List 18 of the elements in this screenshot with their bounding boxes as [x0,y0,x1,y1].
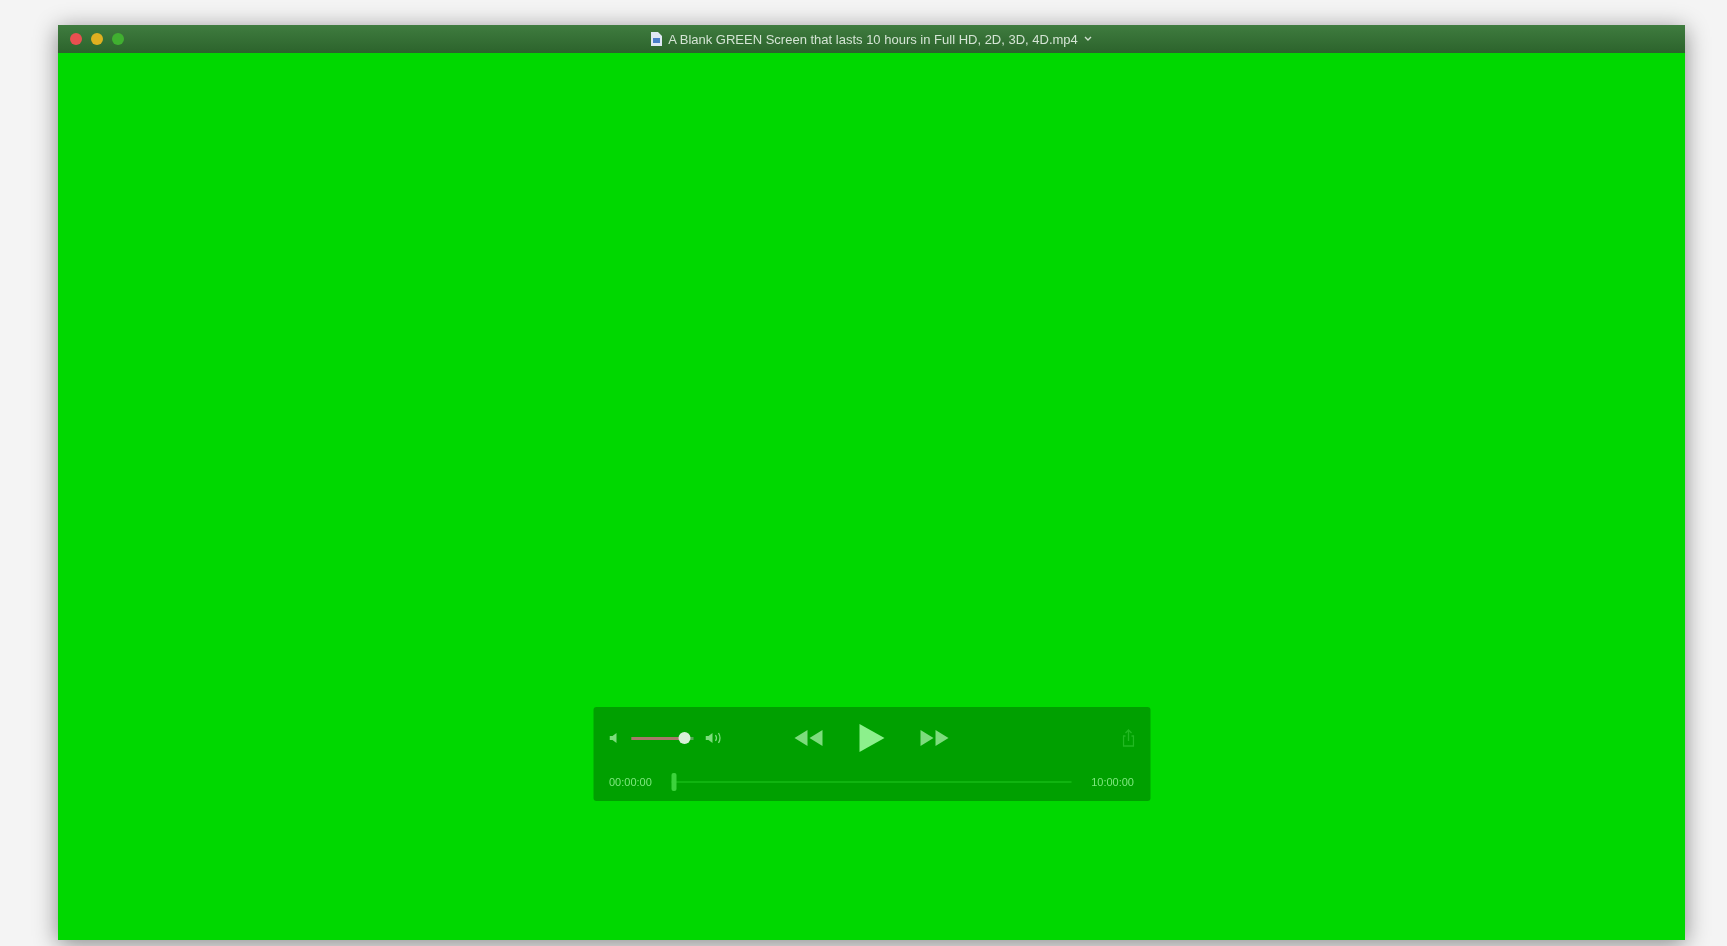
playhead[interactable] [671,773,677,791]
share-icon[interactable] [1122,729,1134,747]
window-title: A Blank GREEN Screen that lasts 10 hours in Full HD, 2D, 3D, 4D.mp4 [668,31,1078,47]
volume-thumb[interactable] [678,732,691,744]
elapsed-time: 00:00:00 [609,776,652,788]
minimize-button[interactable] [91,33,103,45]
duration-time: 10:00:00 [1091,776,1134,788]
close-button[interactable] [70,33,82,45]
rewind-icon[interactable] [793,729,824,747]
volume-slider[interactable] [631,732,693,744]
play-icon[interactable] [857,722,886,754]
speaker-loud-icon[interactable] [705,732,723,744]
chevron-icon[interactable] [1083,36,1092,42]
zoom-button[interactable] [112,33,124,45]
document-icon [651,32,663,46]
fast-forward-icon[interactable] [919,729,950,747]
progress-bar[interactable] [671,773,1072,791]
speaker-icon[interactable] [609,732,619,744]
